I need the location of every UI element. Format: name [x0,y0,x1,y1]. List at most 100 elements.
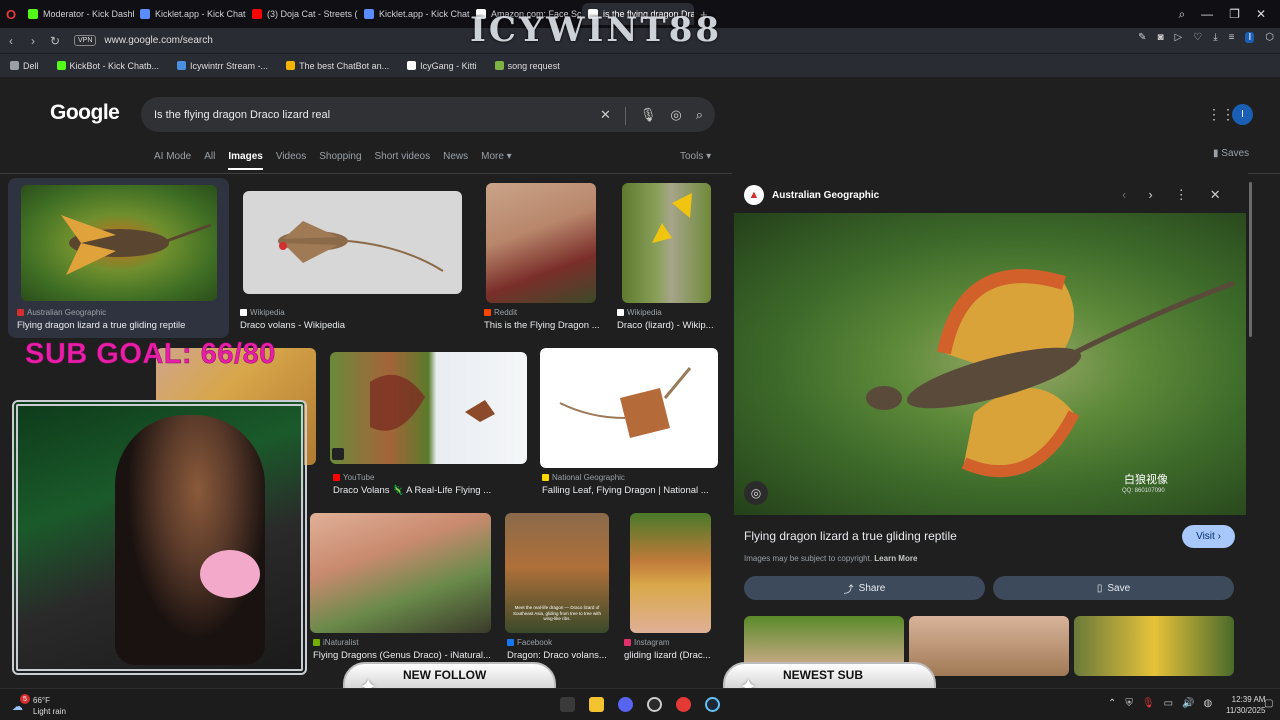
bookmark-item[interactable]: Icywintrr Stream -... [177,61,268,71]
result-title[interactable]: gliding lizard (Drac... [624,650,711,661]
result-thumbnail[interactable] [540,348,718,468]
bookmark-item[interactable]: KickBot - Kick Chatb... [56,61,159,71]
filter-images[interactable]: Images [228,151,263,170]
filter-news[interactable]: News [443,151,468,170]
system-clock[interactable]: 12:39 AM 11/30/2025 [1226,694,1265,716]
search-input[interactable]: Is the flying dragon Draco lizard real ✕… [141,97,715,132]
tools-button[interactable]: Tools ▾ [680,151,711,162]
result-title[interactable]: Draco volans - Wikipedia [240,320,345,331]
bookmark-item[interactable]: The best ChatBot an... [286,61,389,71]
visit-button[interactable]: Visit › [1182,525,1235,548]
url-field[interactable]: www.google.com/search [104,35,212,46]
security-icon[interactable]: ⛨ [1125,698,1133,709]
search-icon[interactable]: ⌕ [696,107,703,125]
result-thumbnail[interactable] [21,185,217,301]
filter-ai-mode[interactable]: AI Mode [154,151,191,170]
next-icon[interactable]: › [1148,187,1152,203]
result-title[interactable]: Draco Volans 🦎 A Real-Life Flying ... [333,485,491,496]
opera-menu-icon[interactable]: O [0,7,22,22]
result-source: Instagram [624,638,670,647]
vpn-badge[interactable]: VPN [74,35,97,46]
result-title[interactable]: Draco (lizard) - Wikip... [617,320,714,331]
account-avatar[interactable]: I [1232,104,1253,125]
more-options-icon[interactable]: ⋮ [1175,187,1188,203]
browser-tab[interactable]: (3) Doja Cat - Streets ( [246,3,358,25]
weather-text[interactable]: 66°F Light rain [33,695,66,717]
result-title[interactable]: Falling Leaf, Flying Dragon | National .… [542,485,709,496]
heart-icon[interactable]: ♡ [1193,32,1202,43]
maximize-button[interactable]: ❐ [1229,7,1240,21]
previous-icon[interactable]: ‹ [1122,187,1126,203]
result-title[interactable]: Dragon: Draco volans... [507,650,607,661]
result-source: Facebook [507,638,552,647]
camera-icon[interactable]: ◙ [1158,32,1164,43]
result-title[interactable]: This is the Flying Dragon ... [484,320,600,331]
network-icon[interactable]: ◍ [1204,698,1213,709]
task-view-icon[interactable] [560,697,575,712]
result-source: Wikipedia [617,308,662,317]
related-image[interactable] [909,616,1069,676]
browser-tab[interactable]: Moderator - Kick Dashbo [22,3,134,25]
back-button[interactable]: ‹ [0,34,22,48]
search-tabs-icon[interactable]: ⌕ [1178,7,1185,22]
lens-icon[interactable]: ◎ [670,107,681,125]
image-preview-panel: ▲ Australian Geographic ‹ › ⋮ ✕ 白狼视像 QQ: … [732,173,1248,688]
edit-icon[interactable]: ✎ [1138,32,1146,43]
save-button[interactable]: ▯ Save [993,576,1234,600]
microphone-icon[interactable]: 🎙 [1142,698,1155,709]
clear-icon[interactable]: ✕ [600,107,611,125]
profile-icon[interactable]: I [1245,32,1255,43]
preview-image[interactable]: 白狼视像 QQ: 860107090 ◎ [734,213,1246,515]
bookmark-item[interactable]: song request [494,61,560,71]
browser-tab[interactable]: Kicklet.app - Kick Chatbo [134,3,246,25]
panel-scrollbar[interactable] [1249,182,1252,337]
panel-source[interactable]: ▲ Australian Geographic [744,185,879,205]
filter-all[interactable]: All [204,151,215,170]
close-icon[interactable]: ✕ [1210,187,1221,203]
obs-icon[interactable] [647,697,662,712]
display-icon[interactable]: ▭ [1164,698,1173,709]
send-icon[interactable]: ▷ [1175,32,1183,43]
microphone-icon[interactable]: 🎙 [640,107,657,125]
volume-icon[interactable]: 🔊 [1182,698,1194,709]
download-icon[interactable]: ⤓ [1213,32,1217,43]
result-thumbnail[interactable]: Meet the real-life dragon — Draco lizard… [505,513,609,633]
learn-more-link[interactable]: Learn More [874,554,917,563]
result-thumbnail[interactable] [486,183,596,303]
saves-button[interactable]: ▮ Saves [1213,148,1249,159]
result-source: Reddit [484,308,517,317]
menu-icon[interactable]: ≡ [1229,32,1235,43]
filter-shopping[interactable]: Shopping [319,151,361,170]
result-title[interactable]: Flying dragon lizard a true gliding rept… [17,320,185,331]
steam-icon[interactable] [705,697,720,712]
result-thumbnail[interactable] [310,513,491,633]
extensions-icon[interactable]: ⬡ [1265,32,1274,43]
tray-chevron-icon[interactable]: ⌃ [1108,698,1116,709]
bookmark-item[interactable]: Dell [10,61,39,71]
file-explorer-icon[interactable] [589,697,604,712]
close-window-button[interactable]: ✕ [1256,7,1266,21]
notifications-icon[interactable]: ▢ [1264,698,1273,709]
filter-short-videos[interactable]: Short videos [375,151,431,170]
forward-button[interactable]: › [22,34,44,48]
result-thumbnail[interactable] [243,191,462,294]
result-thumbnail[interactable] [630,513,711,633]
discord-icon[interactable] [618,697,633,712]
lens-search-icon[interactable]: ◎ [744,481,768,505]
bookmark-item[interactable]: IcyGang - Kitti [407,61,477,71]
share-button[interactable]: ⤴ Share [744,576,985,600]
related-image[interactable] [1074,616,1234,676]
panel-title[interactable]: Flying dragon lizard a true gliding rept… [744,529,957,543]
browser-tab[interactable]: Kicklet.app - Kick Chatbo [358,3,470,25]
filter-videos[interactable]: Videos [276,151,306,170]
result-title[interactable]: Flying Dragons (Genus Draco) - iNatural.… [313,650,491,661]
reload-button[interactable]: ↻ [44,34,66,48]
folder-icon [10,61,19,70]
filter-more[interactable]: More ▾ [481,151,512,170]
source-icon [542,474,549,481]
result-thumbnail[interactable] [622,183,711,303]
result-thumbnail[interactable] [330,352,527,464]
minimize-button[interactable]: — [1201,7,1213,21]
opera-icon[interactable] [676,697,691,712]
google-logo[interactable]: Google [50,101,120,125]
